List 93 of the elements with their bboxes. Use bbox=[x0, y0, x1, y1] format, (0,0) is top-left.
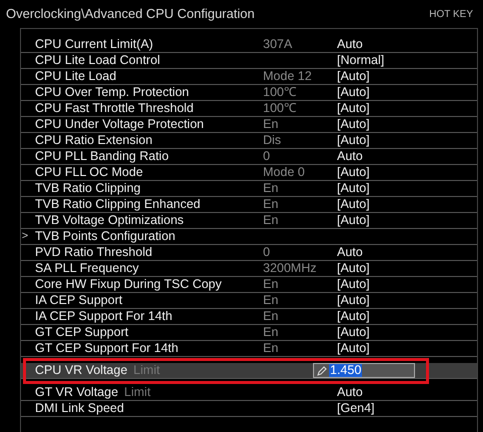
setting-row[interactable]: > TVB Points Configuration bbox=[21, 229, 477, 245]
setting-row[interactable]: CPU Ratio Extension Dis [Auto] bbox=[21, 133, 477, 149]
setting-value: [Normal] bbox=[337, 54, 384, 67]
setting-value: [Auto] bbox=[337, 278, 370, 291]
setting-value: [Auto] bbox=[337, 102, 370, 115]
setting-label: TVB Voltage Optimizations bbox=[35, 214, 184, 227]
setting-value: [Auto] bbox=[337, 310, 370, 323]
setting-row[interactable]: IA CEP Support For 14th En [Auto] bbox=[21, 309, 477, 325]
setting-value: [Auto] bbox=[337, 134, 370, 147]
setting-label: CPU Ratio Extension bbox=[35, 134, 152, 147]
setting-row[interactable]: Core HW Fixup During TSC Copy En [Auto] bbox=[21, 277, 477, 293]
current-value: En bbox=[263, 181, 278, 196]
setting-label: CPU Fast Throttle Threshold bbox=[35, 102, 194, 115]
current-value: En bbox=[263, 277, 278, 292]
input-value: 1.450 bbox=[329, 364, 362, 377]
hot-key-label: HOT KEY bbox=[429, 8, 473, 22]
setting-value: Auto bbox=[337, 150, 363, 163]
setting-row[interactable]: CPU PLL Banding Ratio 0 Auto bbox=[21, 149, 477, 165]
setting-row[interactable]: GT VR Voltage Limit Auto bbox=[21, 385, 477, 401]
setting-row[interactable]: TVB Ratio Clipping En [Auto] bbox=[21, 181, 477, 197]
setting-label: CPU FLL OC Mode bbox=[35, 166, 143, 179]
setting-value: [Auto] bbox=[337, 342, 370, 355]
setting-value: [Auto] bbox=[337, 326, 370, 339]
setting-label: CPU Current Limit(A) bbox=[35, 38, 154, 51]
setting-label: GT CEP Support For 14th bbox=[35, 342, 178, 355]
setting-suffix: Limit bbox=[133, 364, 160, 377]
current-value: En bbox=[263, 325, 278, 340]
setting-row[interactable]: CPU Current Limit(A) 307A Auto bbox=[21, 37, 477, 53]
setting-row[interactable]: DMI Link Speed [Gen4] bbox=[21, 401, 477, 417]
setting-row[interactable]: CPU VR Voltage Limit 1.450 bbox=[21, 363, 477, 379]
setting-label: GT CEP Support bbox=[35, 326, 128, 339]
setting-row[interactable]: SA PLL Frequency 3200MHz [Auto] bbox=[21, 261, 477, 277]
setting-label: TVB Ratio Clipping bbox=[35, 182, 141, 195]
value-input-field[interactable]: 1.450 bbox=[313, 363, 415, 378]
setting-value: Auto bbox=[337, 246, 363, 259]
current-value: 100℃ bbox=[263, 85, 296, 100]
setting-row[interactable]: CPU Fast Throttle Threshold 100℃ [Auto] bbox=[21, 101, 477, 117]
submenu-marker: > bbox=[22, 231, 28, 242]
setting-suffix: Limit bbox=[124, 386, 151, 399]
setting-value: Auto bbox=[337, 38, 363, 51]
setting-value: [Auto] bbox=[337, 182, 370, 195]
setting-value: [Auto] bbox=[337, 198, 370, 211]
setting-label: CPU Over Temp. Protection bbox=[35, 86, 189, 99]
setting-row[interactable]: PVD Ratio Threshold 0 Auto bbox=[21, 245, 477, 261]
setting-row[interactable]: CPU FLL OC Mode Mode 0 [Auto] bbox=[21, 165, 477, 181]
setting-value: Auto bbox=[337, 386, 363, 399]
current-value: Mode 12 bbox=[263, 69, 312, 84]
setting-row[interactable]: TVB Ratio Clipping Enhanced En [Auto] bbox=[21, 197, 477, 213]
setting-row[interactable]: CPU Over Temp. Protection 100℃ [Auto] bbox=[21, 85, 477, 101]
setting-value: [Auto] bbox=[337, 70, 370, 83]
setting-label: IA CEP Support bbox=[35, 294, 122, 307]
current-value: En bbox=[263, 213, 278, 228]
setting-label: CPU VR Voltage bbox=[35, 364, 128, 377]
breadcrumb-title: Overclocking\Advanced CPU Configuration bbox=[6, 5, 255, 24]
setting-value: [Auto] bbox=[337, 118, 370, 131]
setting-value: [Gen4] bbox=[337, 402, 375, 415]
setting-label: PVD Ratio Threshold bbox=[35, 246, 152, 259]
current-value: 100℃ bbox=[263, 101, 296, 116]
current-value: En bbox=[263, 341, 278, 356]
setting-label: CPU Lite Load bbox=[35, 70, 116, 83]
current-value: En bbox=[263, 117, 278, 132]
setting-value: [Auto] bbox=[337, 262, 370, 275]
setting-label: DMI Link Speed bbox=[35, 402, 124, 415]
setting-row[interactable]: TVB Voltage Optimizations En [Auto] bbox=[21, 213, 477, 229]
setting-row[interactable]: GT CEP Support En [Auto] bbox=[21, 325, 477, 341]
current-value: Dis bbox=[263, 133, 282, 148]
setting-row[interactable]: CPU Lite Load Mode 12 [Auto] bbox=[21, 69, 477, 85]
current-value: 0 bbox=[263, 245, 270, 260]
current-value: 0 bbox=[263, 149, 270, 164]
setting-value: [Auto] bbox=[337, 214, 370, 227]
pencil-icon bbox=[317, 366, 327, 376]
setting-label: CPU Lite Load Control bbox=[35, 54, 160, 67]
setting-row[interactable]: IA CEP Support En [Auto] bbox=[21, 293, 477, 309]
setting-row[interactable]: CPU Lite Load Control [Normal] bbox=[21, 53, 477, 69]
setting-value: [Auto] bbox=[337, 86, 370, 99]
setting-label: CPU PLL Banding Ratio bbox=[35, 150, 169, 163]
setting-value: [Auto] bbox=[337, 294, 370, 307]
current-value: 3200MHz bbox=[263, 261, 316, 276]
setting-label: SA PLL Frequency bbox=[35, 262, 139, 275]
current-value: 307A bbox=[263, 37, 292, 52]
setting-row[interactable]: GT CEP Support For 14th En [Auto] bbox=[21, 341, 477, 357]
current-value: En bbox=[263, 309, 278, 324]
current-value: En bbox=[263, 293, 278, 308]
setting-label: GT VR Voltage bbox=[35, 386, 118, 399]
setting-label: CPU Under Voltage Protection bbox=[35, 118, 204, 131]
setting-label: IA CEP Support For 14th bbox=[35, 310, 172, 323]
setting-label: TVB Ratio Clipping Enhanced bbox=[35, 198, 200, 211]
setting-value: [Auto] bbox=[337, 166, 370, 179]
setting-label: TVB Points Configuration bbox=[35, 230, 176, 243]
setting-row[interactable]: CPU Under Voltage Protection En [Auto] bbox=[21, 117, 477, 133]
current-value: En bbox=[263, 197, 278, 212]
setting-label: Core HW Fixup During TSC Copy bbox=[35, 278, 222, 291]
current-value: Mode 0 bbox=[263, 165, 305, 180]
